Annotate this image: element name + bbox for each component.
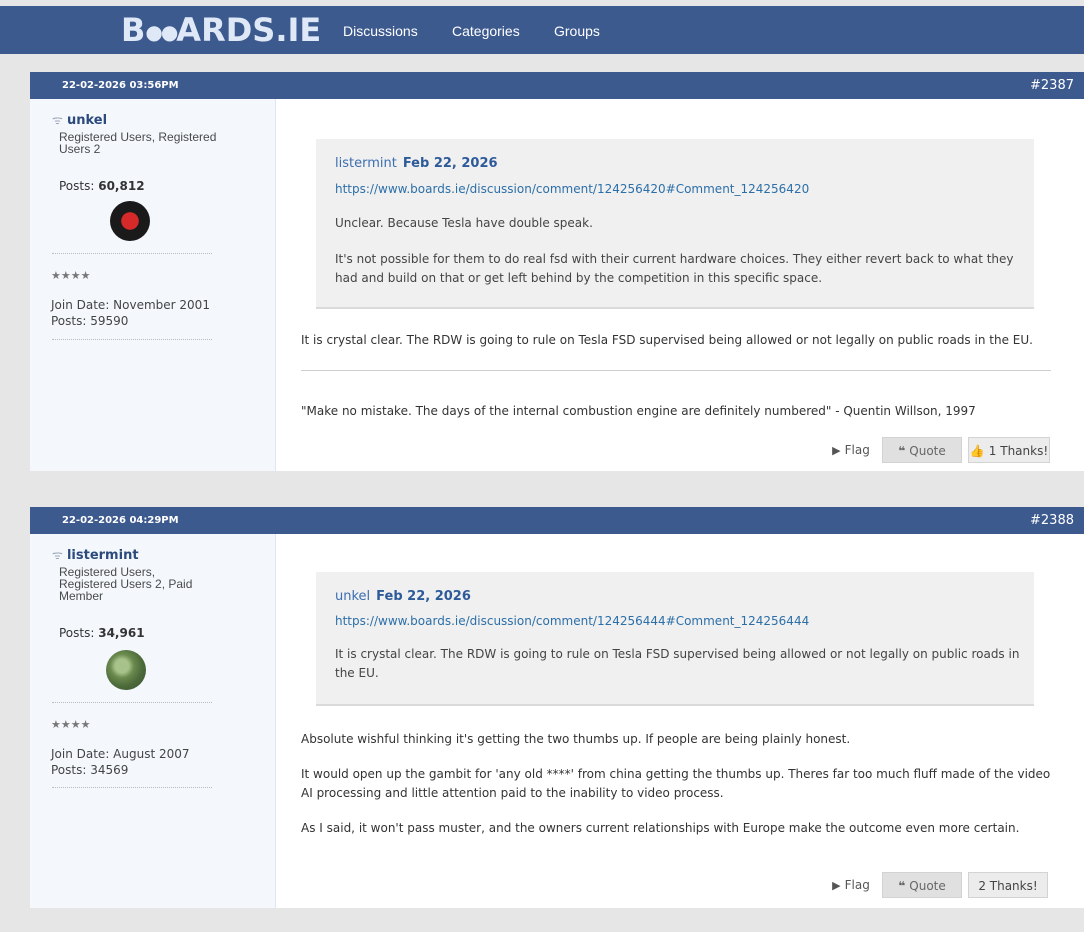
post-paragraph: As I said, it won't pass muster, and the… bbox=[301, 821, 1020, 835]
quote-paragraph: It is crystal clear. The RDW is going to… bbox=[335, 647, 1020, 680]
post-paragraph: Absolute wishful thinking it's getting t… bbox=[301, 732, 851, 746]
user-info-panel: ᯤ listermint Registered Users, Registered… bbox=[30, 534, 276, 908]
post-count-label: Posts: bbox=[59, 626, 95, 640]
flag-label: Flag bbox=[844, 443, 870, 457]
post: 22-02-2026 03:56PM #2387 ᯤ unkel Register… bbox=[30, 72, 1084, 471]
post-count-value: 34,961 bbox=[98, 626, 145, 640]
flag-button[interactable]: ▶ Flag bbox=[824, 872, 878, 898]
flag-button[interactable]: ▶ Flag bbox=[824, 437, 878, 463]
quote-date[interactable]: Feb 22, 2026 bbox=[376, 589, 471, 604]
nav-discussions[interactable]: Discussions bbox=[343, 6, 418, 54]
join-date: Join Date: November 2001 bbox=[51, 298, 210, 312]
user-rank-stars: ★★★★ bbox=[51, 269, 91, 282]
flag-icon: ▶ bbox=[832, 879, 841, 892]
boards-ie-logo[interactable]: B●●ARDS.IE bbox=[121, 12, 321, 50]
user-rank-stars: ★★★★ bbox=[51, 718, 91, 731]
post-body: unkel Feb 22, 2026 https://www.boards.ie/… bbox=[276, 534, 1084, 908]
divider bbox=[52, 787, 212, 788]
username[interactable]: ᯤ unkel bbox=[52, 111, 107, 128]
post-number[interactable]: #2387 bbox=[1030, 72, 1074, 99]
thanks-button[interactable]: 👍 1 Thanks! bbox=[968, 437, 1050, 463]
post-number[interactable]: #2388 bbox=[1030, 507, 1074, 534]
quote-block: unkel Feb 22, 2026 https://www.boards.ie/… bbox=[316, 572, 1034, 706]
quote-link[interactable]: https://www.boards.ie/discussion/comment… bbox=[335, 182, 809, 196]
user-roles: Registered Users, Registered Users 2 bbox=[59, 130, 217, 156]
quote-icon: ❝ bbox=[898, 879, 906, 893]
username[interactable]: ᯤ listermint bbox=[52, 546, 139, 563]
quote-date[interactable]: Feb 22, 2026 bbox=[403, 156, 498, 171]
post-count: Posts: 60,812 bbox=[59, 179, 145, 193]
quote-link[interactable]: https://www.boards.ie/discussion/comment… bbox=[335, 614, 809, 628]
post-paragraph: It would open up the gambit for 'any old… bbox=[301, 767, 1051, 800]
username-text[interactable]: listermint bbox=[67, 548, 139, 563]
thanks-button[interactable]: 2 Thanks! bbox=[968, 872, 1048, 898]
thumbs-up-icon: 👍 bbox=[969, 444, 985, 458]
top-navigation-bar: B●●ARDS.IE Discussions Categories Groups bbox=[0, 6, 1084, 54]
avatar[interactable] bbox=[110, 201, 150, 241]
post-header: 22-02-2026 04:29PM #2388 bbox=[30, 507, 1084, 534]
nav-categories[interactable]: Categories bbox=[452, 6, 520, 54]
quote-paragraph: Unclear. Because Tesla have double speak… bbox=[335, 216, 593, 230]
user-info-panel: ᯤ unkel Registered Users, Registered User… bbox=[30, 99, 276, 471]
quote-label: Quote bbox=[909, 444, 946, 458]
quote-author-name[interactable]: unkel bbox=[335, 589, 370, 604]
quote-author: listermint Feb 22, 2026 bbox=[335, 156, 498, 171]
quote-button[interactable]: ❝ Quote bbox=[882, 872, 962, 898]
post-date: 22-02-2026 04:29PM bbox=[62, 515, 179, 526]
signature-divider bbox=[301, 370, 1051, 371]
post-header: 22-02-2026 03:56PM #2387 bbox=[30, 72, 1084, 99]
user-roles: Registered Users, Registered Users 2, Pa… bbox=[59, 565, 193, 603]
nav-groups[interactable]: Groups bbox=[554, 6, 600, 54]
post-body: listermint Feb 22, 2026 https://www.board… bbox=[276, 99, 1084, 471]
quote-paragraph: It's not possible for them to do real fs… bbox=[335, 252, 1014, 285]
join-date: Join Date: August 2007 bbox=[51, 747, 190, 761]
wifi-icon: ᯤ bbox=[52, 548, 63, 562]
avatar[interactable] bbox=[106, 650, 146, 690]
quote-icon: ❝ bbox=[898, 444, 906, 458]
username-text[interactable]: unkel bbox=[67, 113, 107, 128]
post-date: 22-02-2026 03:56PM bbox=[62, 80, 179, 91]
quote-author-name[interactable]: listermint bbox=[335, 156, 397, 171]
post: 22-02-2026 04:29PM #2388 ᯤ listermint Reg… bbox=[30, 507, 1084, 908]
quote-author: unkel Feb 22, 2026 bbox=[335, 589, 471, 604]
quote-block: listermint Feb 22, 2026 https://www.board… bbox=[316, 139, 1034, 309]
post-paragraph: It is crystal clear. The RDW is going to… bbox=[301, 333, 1033, 347]
thanks-label: 1 Thanks! bbox=[988, 444, 1049, 458]
wifi-icon: ᯤ bbox=[52, 113, 63, 127]
posts-total: Posts: 59590 bbox=[51, 314, 129, 328]
divider bbox=[52, 339, 212, 340]
flag-icon: ▶ bbox=[832, 444, 841, 457]
signature: "Make no mistake. The days of the intern… bbox=[301, 404, 976, 418]
post-count-label: Posts: bbox=[59, 179, 95, 193]
divider bbox=[52, 702, 212, 703]
divider bbox=[52, 253, 212, 254]
flag-label: Flag bbox=[844, 878, 870, 892]
posts-total: Posts: 34569 bbox=[51, 763, 129, 777]
quote-button[interactable]: ❝ Quote bbox=[882, 437, 962, 463]
post-count: Posts: 34,961 bbox=[59, 626, 145, 640]
post-count-value: 60,812 bbox=[98, 179, 145, 193]
thanks-label: 2 Thanks! bbox=[978, 879, 1038, 893]
quote-label: Quote bbox=[909, 879, 946, 893]
